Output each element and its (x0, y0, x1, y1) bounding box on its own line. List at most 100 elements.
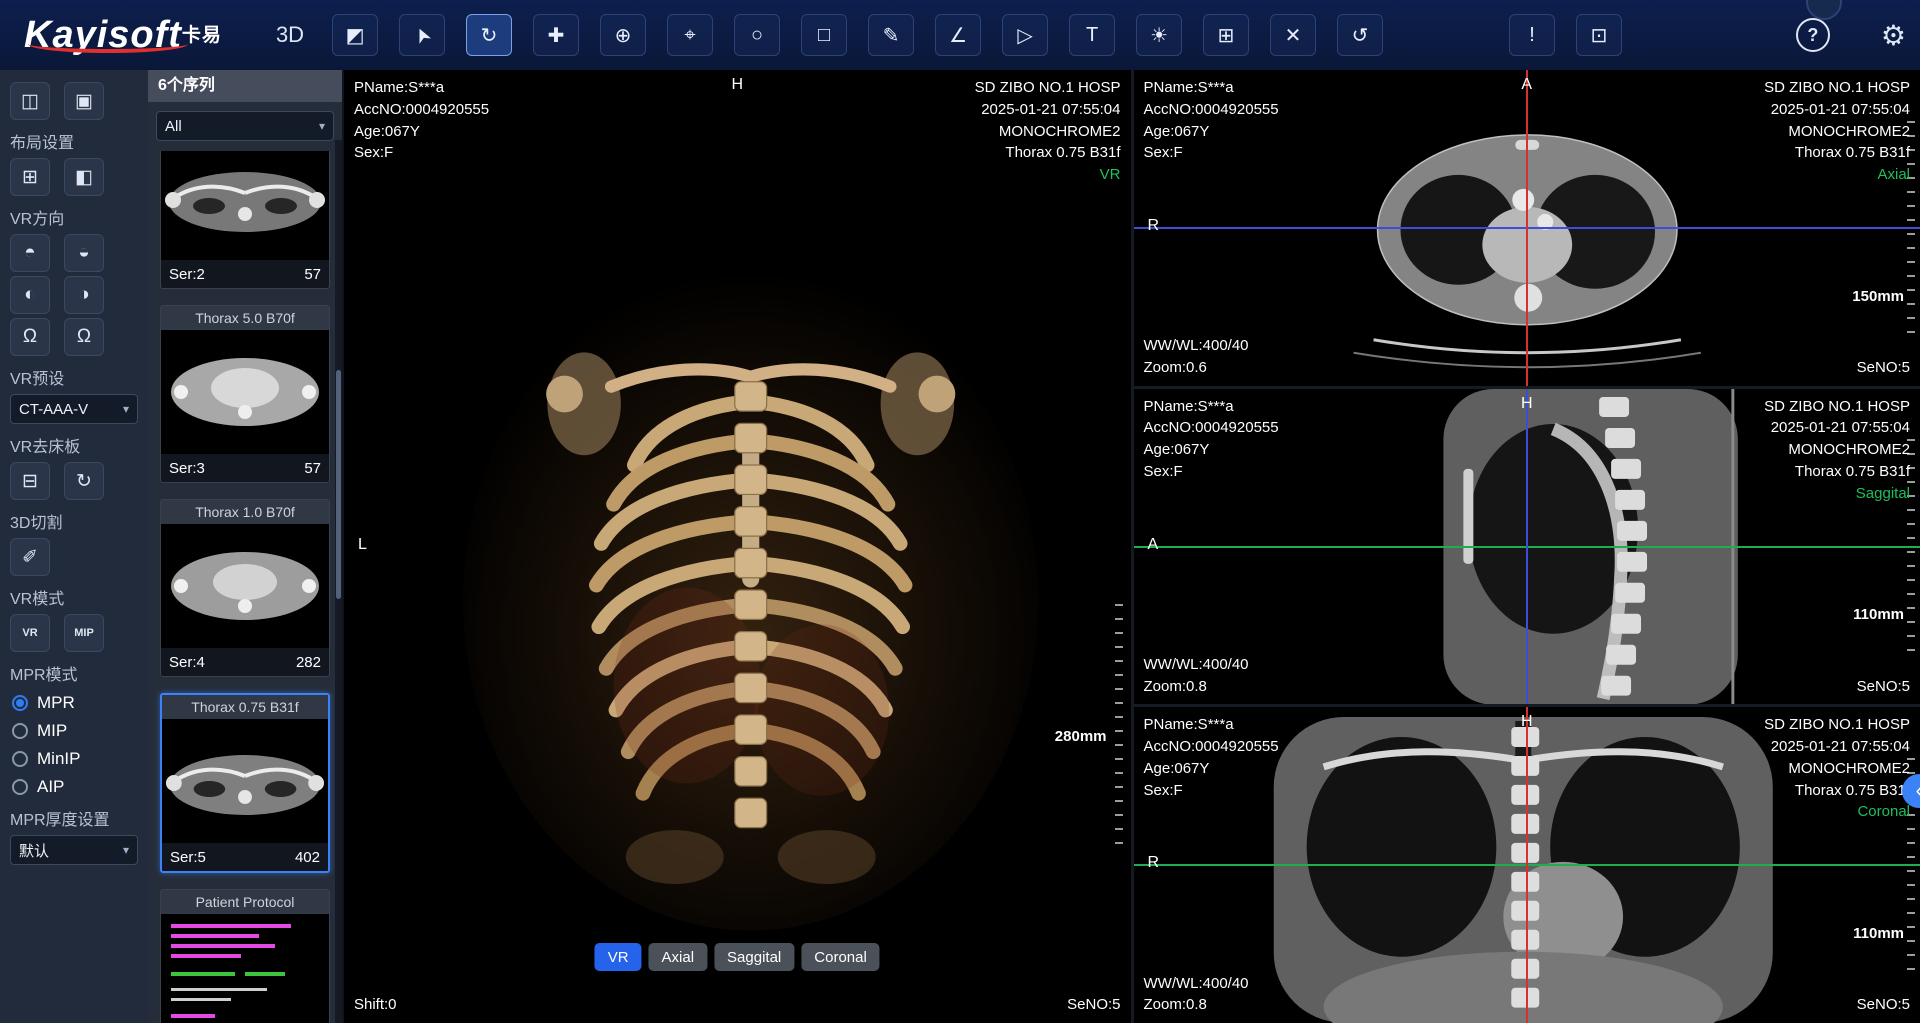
help-icon[interactable]: ? (1796, 18, 1830, 52)
series-card-ser3[interactable]: Thorax 5.0 B70f Ser:3 57 (160, 305, 330, 483)
dir-posterior-glyph: ◒ (78, 242, 89, 264)
series-title: Thorax 0.75 B31f (162, 695, 328, 719)
vr-viewport[interactable]: PName:S***a AccNO:0004920555 Age:067Y Se… (344, 70, 1134, 1023)
axial-crosshair-vertical[interactable] (1526, 70, 1528, 386)
wwwl-label: WW/WL:400/40 (1144, 973, 1249, 995)
series-number: Ser:3 (169, 460, 205, 477)
dir-right-icon[interactable]: ◑ (64, 276, 104, 314)
series-filter-select[interactable]: All ▾ (156, 111, 334, 141)
mpr-thickness-value: 默认 (19, 840, 49, 861)
remove-bed-icon[interactable]: ⊟ (10, 462, 50, 500)
mpr-option-aip[interactable]: AIP (12, 777, 136, 797)
mpr-option-mpr[interactable]: MPR (12, 693, 136, 713)
measure-icon[interactable]: ✎ (868, 14, 914, 56)
hospital-name: SD ZIBO NO.1 HOSP (1764, 77, 1910, 99)
sagittal-crosshair-vertical[interactable] (1526, 389, 1528, 705)
reset-icon[interactable]: ↺ (1337, 14, 1383, 56)
toggle-saggital-button[interactable]: Saggital (714, 943, 794, 971)
save-icon[interactable]: ⊡ (1576, 14, 1622, 56)
series-image-count: 402 (295, 849, 320, 866)
sagittal-viewport[interactable]: PName:S***a AccNO:0004920555 Age:067Y Se… (1134, 389, 1920, 705)
vr-preset-select[interactable]: CT-AAA-V ▾ (10, 394, 138, 424)
dir-feet-icon[interactable]: Ω (64, 318, 104, 356)
dir-left-icon[interactable]: ◐ (10, 276, 50, 314)
series-filter-value: All (165, 118, 182, 135)
study-info: SD ZIBO NO.1 HOSP 2025-01-21 07:55:04 MO… (975, 77, 1121, 186)
series-no-label: SeNO:5 (1857, 357, 1910, 379)
ellipse-roi-icon[interactable]: ○ (734, 14, 780, 56)
pan-icon[interactable]: ✚ (533, 14, 579, 56)
tool-buttons: ◩ ➤ ↻ ✚ ⊕ ⌖ ○ □ ✎ ∠ ▷ T ☀ ⊞ ✕ ↺ ! ⊡ ? ⚙ (332, 14, 1906, 56)
rotate-3d-icon[interactable]: ↻ (466, 14, 512, 56)
window-brightness-glyph: ☀ (1150, 23, 1168, 48)
coronal-crosshair-vertical[interactable] (1526, 707, 1528, 1023)
mpr-mode-label: MPR模式 (10, 661, 138, 685)
zoom-label: Zoom:0.6 (1144, 357, 1249, 379)
series-card-ser2[interactable]: Ser:2 57 (160, 151, 330, 289)
series-thumbnail (161, 330, 329, 454)
series-thumbnail (162, 719, 328, 843)
toggle-coronal-button[interactable]: Coronal (801, 943, 880, 971)
patient-sex: Sex:F (1144, 780, 1279, 802)
window-preset-icon[interactable]: ⊞ (1203, 14, 1249, 56)
cut-3d-label: 3D切割 (10, 509, 138, 533)
scrollbar-thumb[interactable] (336, 370, 341, 600)
window-zoom-info: WW/WL:400/40 Zoom:0.8 (1144, 654, 1249, 698)
layout-panel-icon[interactable]: ▣ (64, 82, 104, 120)
study-info: SD ZIBO NO.1 HOSP 2025-01-21 07:55:04 MO… (1764, 77, 1910, 186)
window-brightness-icon[interactable]: ☀ (1136, 14, 1182, 56)
axial-viewport[interactable]: PName:S***a AccNO:0004920555 Age:067Y Se… (1134, 70, 1920, 386)
cine-play-icon[interactable]: ▷ (1002, 14, 1048, 56)
rect-roi-icon[interactable]: □ (801, 14, 847, 56)
scale-label: 110mm (1853, 606, 1904, 623)
coronal-viewport[interactable]: PName:S***a AccNO:0004920555 Age:067Y Se… (1134, 707, 1920, 1023)
layout-columns-icon[interactable]: ◧ (64, 158, 104, 196)
series-card-ser501[interactable]: Patient Protocol (160, 889, 330, 1023)
text-annotation-icon[interactable]: T (1069, 14, 1115, 56)
dir-anterior-icon[interactable]: ◓ (10, 234, 50, 272)
dir-left-glyph: ◐ (24, 284, 35, 306)
series-number: Ser:5 (170, 849, 206, 866)
series-card-ser5[interactable]: Thorax 0.75 B31f (160, 693, 330, 873)
vr-mode-icon[interactable]: VR (10, 614, 50, 652)
angle-icon[interactable]: ∠ (935, 14, 981, 56)
mpr-thickness-label: MPR厚度设置 (10, 806, 138, 830)
series-thumbnail (161, 151, 329, 260)
mip-mode-icon[interactable]: MIP (64, 614, 104, 652)
clear-icon[interactable]: ✕ (1270, 14, 1316, 56)
patient-age: Age:067Y (1144, 758, 1279, 780)
layout-grid-icon[interactable]: ⊞ (10, 158, 50, 196)
zoom-label: Zoom:0.8 (1144, 994, 1249, 1016)
dir-head-icon[interactable]: Ω (10, 318, 50, 356)
remove-bed-glyph: ⊟ (22, 470, 38, 493)
zoom-in-icon[interactable]: ⊕ (600, 14, 646, 56)
gear-icon[interactable]: ⚙ (1881, 19, 1906, 52)
view-plane-label: Saggital (1764, 483, 1910, 505)
hospital-name: SD ZIBO NO.1 HOSP (975, 77, 1121, 99)
photometric: MONOCHROME2 (1764, 758, 1910, 780)
patient-age: Age:067Y (354, 121, 489, 143)
layout-window-icon[interactable]: ◫ (10, 82, 50, 120)
series-scrollbar[interactable] (335, 140, 342, 1023)
mpr-thickness-select[interactable]: 默认 ▾ (10, 835, 138, 865)
cursor-icon[interactable]: ➤ (399, 14, 445, 56)
localize-icon[interactable]: ⌖ (667, 14, 713, 56)
scalpel-icon[interactable]: ✐ (10, 538, 50, 576)
mpr-option-minip[interactable]: MinIP (12, 749, 136, 769)
hospital-name: SD ZIBO NO.1 HOSP (1764, 714, 1910, 736)
toggle-vr-button[interactable]: VR (595, 943, 642, 971)
vr-render (344, 70, 1131, 1023)
dir-posterior-icon[interactable]: ◒ (64, 234, 104, 272)
series-no-label: SeNO:5 (1857, 676, 1910, 698)
reset-bed-icon[interactable]: ↻ (64, 462, 104, 500)
vr-cube-icon[interactable]: ◩ (332, 14, 378, 56)
study-datetime: 2025-01-21 07:55:04 (1764, 417, 1910, 439)
radio-icon (12, 779, 28, 795)
series-card-ser4[interactable]: Thorax 1.0 B70f Ser:4 282 (160, 499, 330, 677)
toggle-axial-button[interactable]: Axial (649, 943, 708, 971)
alert-icon[interactable]: ! (1509, 14, 1555, 56)
mpr-option-mip[interactable]: MIP (12, 721, 136, 741)
chevron-down-icon: ▾ (319, 119, 325, 133)
mpr-option-label: AIP (37, 777, 64, 797)
orientation-left: L (358, 536, 367, 554)
